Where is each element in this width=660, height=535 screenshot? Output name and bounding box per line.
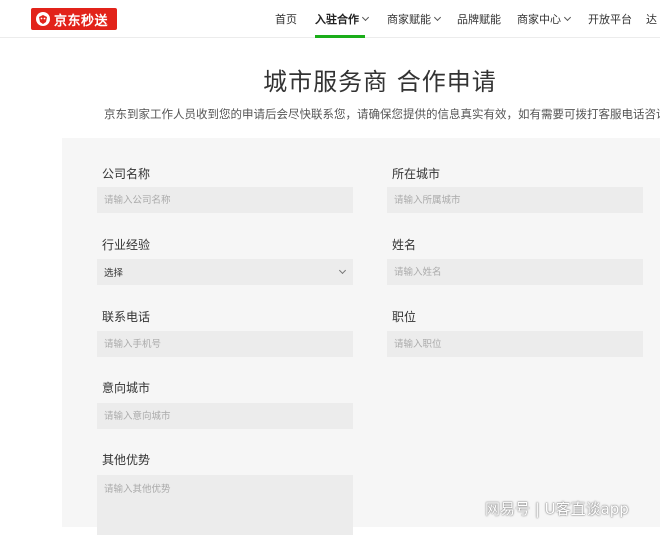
intent-city-input[interactable] <box>97 403 353 429</box>
nav-item-partnership[interactable]: 入驻合作 <box>315 0 370 38</box>
company-name-label: 公司名称 <box>102 167 151 181</box>
brand-logo[interactable]: 京东秒送 <box>31 8 117 30</box>
nav-item-label: 商家中心 <box>517 13 561 26</box>
industry-select[interactable]: 选择 <box>97 259 353 285</box>
chevron-down-icon <box>338 266 347 275</box>
page-subtitle: 京东到家工作人员收到您的申请后会尽快联系您，请确保您提供的信息真实有效，如有需要… <box>104 107 660 121</box>
phone-label: 联系电话 <box>102 310 151 324</box>
nav-item-label: 达 <box>646 13 657 26</box>
nav-item-merchant-center[interactable]: 商家中心 <box>517 0 572 38</box>
watermark: 网易号 | U客直谈app <box>485 500 629 518</box>
nav-item-label: 开放平台 <box>588 13 632 26</box>
name-input[interactable] <box>387 259 643 285</box>
other-advantages-label: 其他优势 <box>102 453 151 467</box>
name-label: 姓名 <box>392 238 417 252</box>
chevron-down-icon <box>433 13 442 22</box>
nav-item-label: 入驻合作 <box>315 13 359 26</box>
intent-city-label: 意向城市 <box>102 381 151 395</box>
industry-select-value: 选择 <box>104 268 124 279</box>
position-label: 职位 <box>392 310 417 324</box>
nav-item-open-platform[interactable]: 开放平台 <box>588 0 632 38</box>
position-input[interactable] <box>387 331 643 357</box>
mascot-dog-icon <box>35 11 51 27</box>
top-header: 京东秒送 首页 入驻合作 商家赋能 品牌赋能 商家中心 开放平台 达 <box>0 0 660 38</box>
chevron-down-icon <box>563 13 572 22</box>
nav-item-label: 品牌赋能 <box>457 13 501 26</box>
page-title: 城市服务商 合作申请 <box>263 68 497 96</box>
other-advantages-textarea[interactable]: 请输入其他优势 <box>97 475 353 535</box>
company-name-input[interactable] <box>97 187 353 213</box>
phone-input[interactable] <box>97 331 353 357</box>
chevron-down-icon <box>361 13 370 22</box>
brand-logo-text: 京东秒送 <box>54 13 109 29</box>
city-input[interactable] <box>387 187 643 213</box>
nav-item-merchant-enable[interactable]: 商家赋能 <box>387 0 442 38</box>
active-tab-indicator <box>315 35 365 38</box>
industry-label: 行业经验 <box>102 238 151 252</box>
nav-item-truncated[interactable]: 达 <box>646 0 657 38</box>
application-form: 公司名称 所在城市 行业经验 选择 姓名 联系电话 职位 意向城市 其他优势 请… <box>62 138 660 535</box>
nav-item-brand-enable[interactable]: 品牌赋能 <box>457 0 501 38</box>
city-label: 所在城市 <box>392 167 441 181</box>
nav-item-label: 商家赋能 <box>387 13 431 26</box>
nav-item-label: 首页 <box>275 13 297 26</box>
nav-item-home[interactable]: 首页 <box>275 0 297 38</box>
